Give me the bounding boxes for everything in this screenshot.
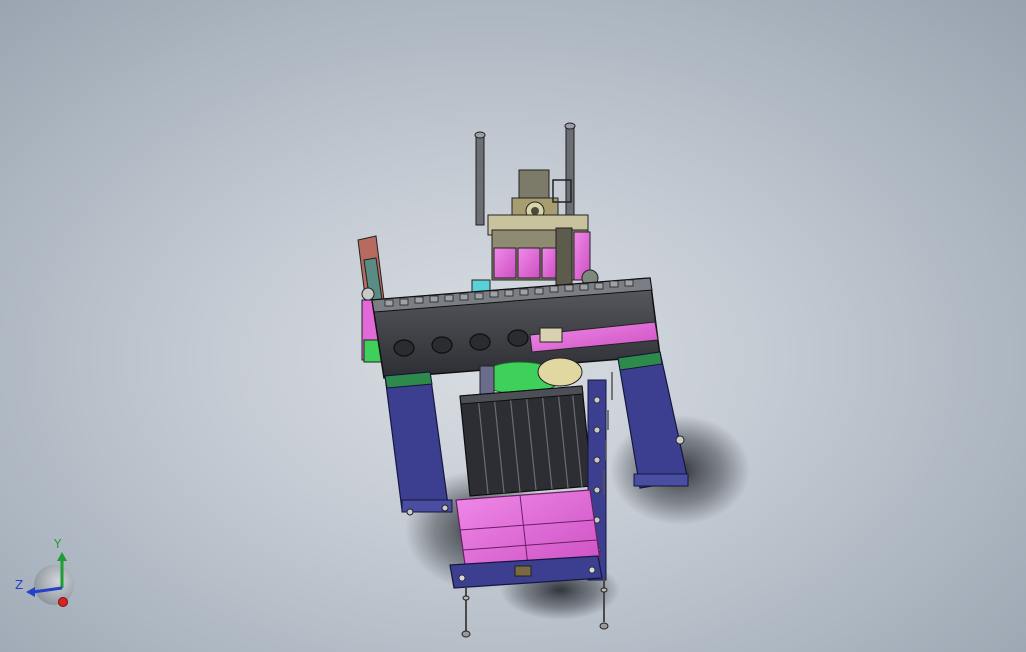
graphics-viewport[interactable]: Y Z: [0, 0, 1026, 652]
assembly-model[interactable]: [0, 0, 1026, 652]
triad-sphere: [34, 565, 74, 605]
upper-carriage[interactable]: [471, 214, 599, 295]
left-leg-frame[interactable]: [384, 371, 453, 516]
y-axis-label: Y: [54, 537, 62, 551]
view-orientation-triad[interactable]: [8, 535, 78, 615]
x-axis-dot: [58, 597, 68, 607]
z-axis-label: Z: [15, 578, 24, 592]
plate-magazine[interactable]: [459, 385, 593, 497]
